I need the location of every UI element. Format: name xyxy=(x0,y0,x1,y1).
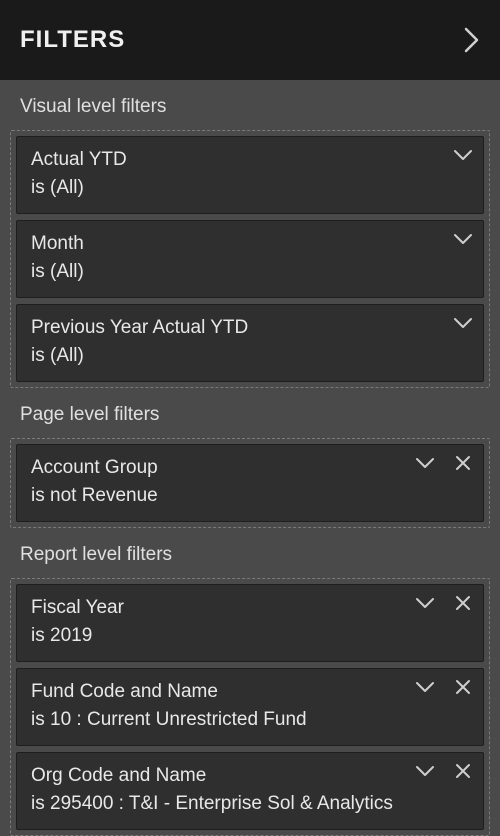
chevron-down-icon[interactable] xyxy=(415,453,435,473)
filter-name: Actual YTD xyxy=(31,149,469,171)
filter-card-org-code-and-name[interactable]: Org Code and Name is 295400 : T&I - Ente… xyxy=(16,752,484,830)
filter-name: Fund Code and Name xyxy=(31,681,469,703)
filters-body: Visual level filters Actual YTD is (All)… xyxy=(0,80,500,836)
filter-name: Previous Year Actual YTD xyxy=(31,317,469,339)
close-icon[interactable] xyxy=(453,453,473,473)
close-icon[interactable] xyxy=(453,677,473,697)
filter-value: is 2019 xyxy=(31,625,469,647)
filter-card-fund-code-and-name[interactable]: Fund Code and Name is 10 : Current Unres… xyxy=(16,668,484,746)
filter-value: is not Revenue xyxy=(31,485,469,507)
chevron-down-icon[interactable] xyxy=(453,313,473,333)
chevron-down-icon[interactable] xyxy=(415,761,435,781)
filter-card-controls xyxy=(415,761,473,781)
chevron-down-icon[interactable] xyxy=(415,593,435,613)
filter-card-controls xyxy=(453,145,473,165)
filter-card-controls xyxy=(415,453,473,473)
filter-card-fiscal-year[interactable]: Fiscal Year is 2019 xyxy=(16,584,484,662)
filter-card-actual-ytd[interactable]: Actual YTD is (All) xyxy=(16,136,484,214)
filter-card-month[interactable]: Month is (All) xyxy=(16,220,484,298)
section-label-visual: Visual level filters xyxy=(10,80,490,130)
filter-value: is 10 : Current Unrestricted Fund xyxy=(31,709,469,731)
filter-value: is (All) xyxy=(31,345,469,367)
section-label-page: Page level filters xyxy=(10,388,490,438)
filters-panel-header: FILTERS xyxy=(0,0,500,80)
filter-card-previous-year-actual-ytd[interactable]: Previous Year Actual YTD is (All) xyxy=(16,304,484,382)
filter-name: Fiscal Year xyxy=(31,597,469,619)
filter-card-controls xyxy=(415,677,473,697)
filter-card-controls xyxy=(453,313,473,333)
section-group-report: Fiscal Year is 2019 Fund Code and Name i… xyxy=(10,578,490,836)
chevron-down-icon[interactable] xyxy=(453,229,473,249)
filter-name: Org Code and Name xyxy=(31,765,469,787)
close-icon[interactable] xyxy=(453,761,473,781)
section-label-report: Report level filters xyxy=(10,528,490,578)
close-icon[interactable] xyxy=(453,593,473,613)
filter-card-controls xyxy=(415,593,473,613)
filter-card-controls xyxy=(453,229,473,249)
chevron-down-icon[interactable] xyxy=(453,145,473,165)
filter-value: is (All) xyxy=(31,261,469,283)
chevron-right-icon[interactable] xyxy=(464,27,480,53)
filter-name: Account Group xyxy=(31,457,469,479)
filters-panel-title: FILTERS xyxy=(20,26,125,54)
filter-name: Month xyxy=(31,233,469,255)
section-group-visual: Actual YTD is (All) Month is (All) Previ… xyxy=(10,130,490,388)
filter-value: is (All) xyxy=(31,177,469,199)
section-group-page: Account Group is not Revenue xyxy=(10,438,490,528)
filter-card-account-group[interactable]: Account Group is not Revenue xyxy=(16,444,484,522)
filter-value: is 295400 : T&I - Enterprise Sol & Analy… xyxy=(31,793,469,815)
chevron-down-icon[interactable] xyxy=(415,677,435,697)
